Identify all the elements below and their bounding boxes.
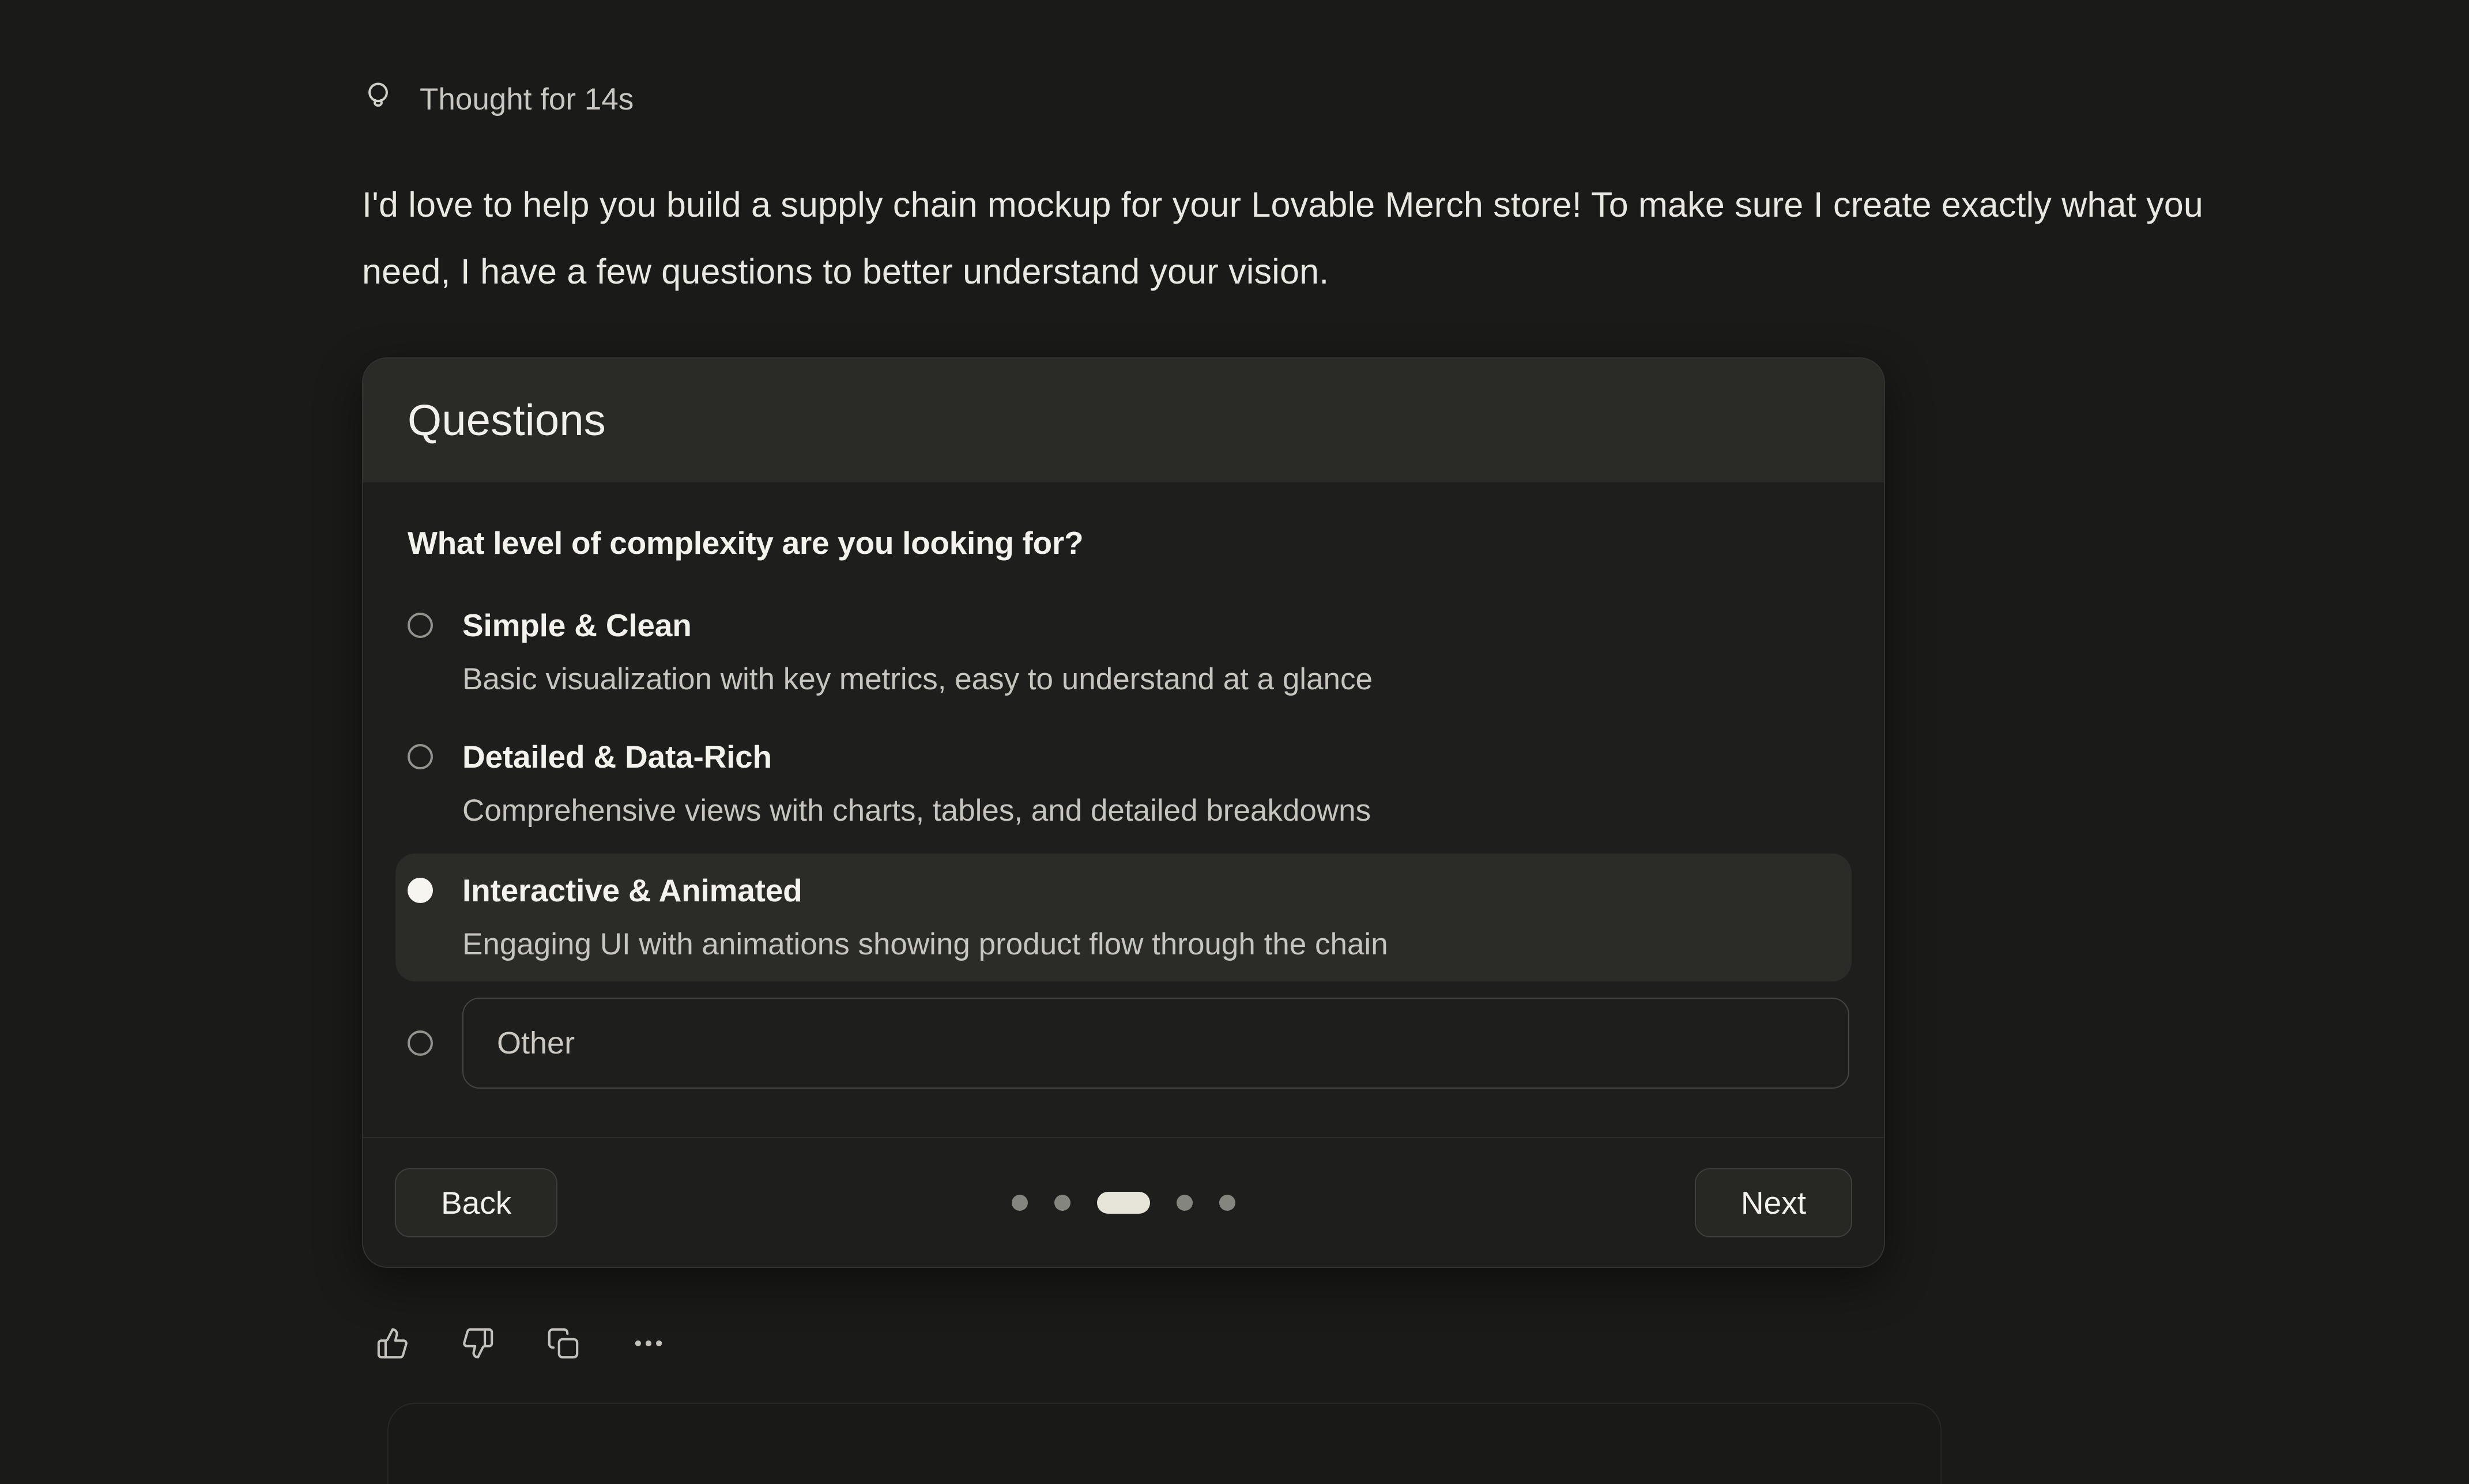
radio-icon[interactable] bbox=[408, 744, 433, 769]
option-other[interactable] bbox=[408, 998, 1840, 1089]
option-text: Detailed & Data-Rich Comprehensive views… bbox=[462, 730, 1371, 837]
pagination-dot bbox=[1012, 1195, 1028, 1211]
thumbs-up-icon bbox=[376, 1327, 409, 1360]
card-header: Questions bbox=[363, 358, 1884, 482]
other-input[interactable] bbox=[462, 998, 1849, 1089]
more-options-icon bbox=[632, 1327, 665, 1360]
option-description: Engaging UI with animations showing prod… bbox=[462, 917, 1388, 971]
option-interactive-animated[interactable]: Interactive & Animated Engaging UI with … bbox=[395, 854, 1852, 981]
option-label: Interactive & Animated bbox=[462, 864, 1388, 917]
copy-button[interactable] bbox=[546, 1327, 580, 1360]
thought-label: Thought for 14s bbox=[420, 80, 634, 120]
more-options-button[interactable] bbox=[632, 1327, 665, 1360]
card-footer: Back Next bbox=[363, 1137, 1884, 1267]
thumbs-down-button[interactable] bbox=[461, 1327, 495, 1360]
thumbs-down-icon bbox=[461, 1327, 495, 1360]
pagination-dot bbox=[1054, 1195, 1070, 1211]
radio-icon[interactable] bbox=[408, 613, 433, 638]
questions-card: Questions What level of complexity are y… bbox=[362, 357, 1885, 1268]
option-simple-clean[interactable]: Simple & Clean Basic visualization with … bbox=[408, 599, 1840, 706]
assistant-message: I'd love to help you build a supply chai… bbox=[362, 171, 2241, 305]
thought-summary[interactable]: Thought for 14s bbox=[362, 80, 634, 120]
option-text: Interactive & Animated Engaging UI with … bbox=[462, 864, 1388, 971]
pagination-dots bbox=[1012, 1192, 1235, 1214]
card-title: Questions bbox=[408, 395, 606, 445]
option-label: Detailed & Data-Rich bbox=[462, 730, 1371, 784]
copy-icon bbox=[546, 1327, 580, 1360]
option-description: Comprehensive views with charts, tables,… bbox=[462, 784, 1371, 837]
lightbulb-icon bbox=[362, 80, 394, 120]
card-body: What level of complexity are you looking… bbox=[363, 482, 1884, 1137]
back-button[interactable]: Back bbox=[395, 1168, 557, 1237]
option-text: Simple & Clean Basic visualization with … bbox=[462, 599, 1373, 706]
composer-edge bbox=[387, 1403, 1942, 1484]
next-button[interactable]: Next bbox=[1695, 1168, 1852, 1237]
thumbs-up-button[interactable] bbox=[376, 1327, 409, 1360]
question-text: What level of complexity are you looking… bbox=[408, 520, 1840, 565]
radio-icon[interactable] bbox=[408, 1030, 433, 1056]
message-actions bbox=[376, 1327, 665, 1360]
option-description: Basic visualization with key metrics, ea… bbox=[462, 652, 1373, 706]
pagination-dot bbox=[1177, 1195, 1193, 1211]
radio-icon[interactable] bbox=[408, 878, 433, 903]
option-detailed-data-rich[interactable]: Detailed & Data-Rich Comprehensive views… bbox=[408, 730, 1840, 837]
pagination-dot bbox=[1219, 1195, 1235, 1211]
option-label: Simple & Clean bbox=[462, 599, 1373, 652]
pagination-dot-active bbox=[1097, 1192, 1150, 1214]
